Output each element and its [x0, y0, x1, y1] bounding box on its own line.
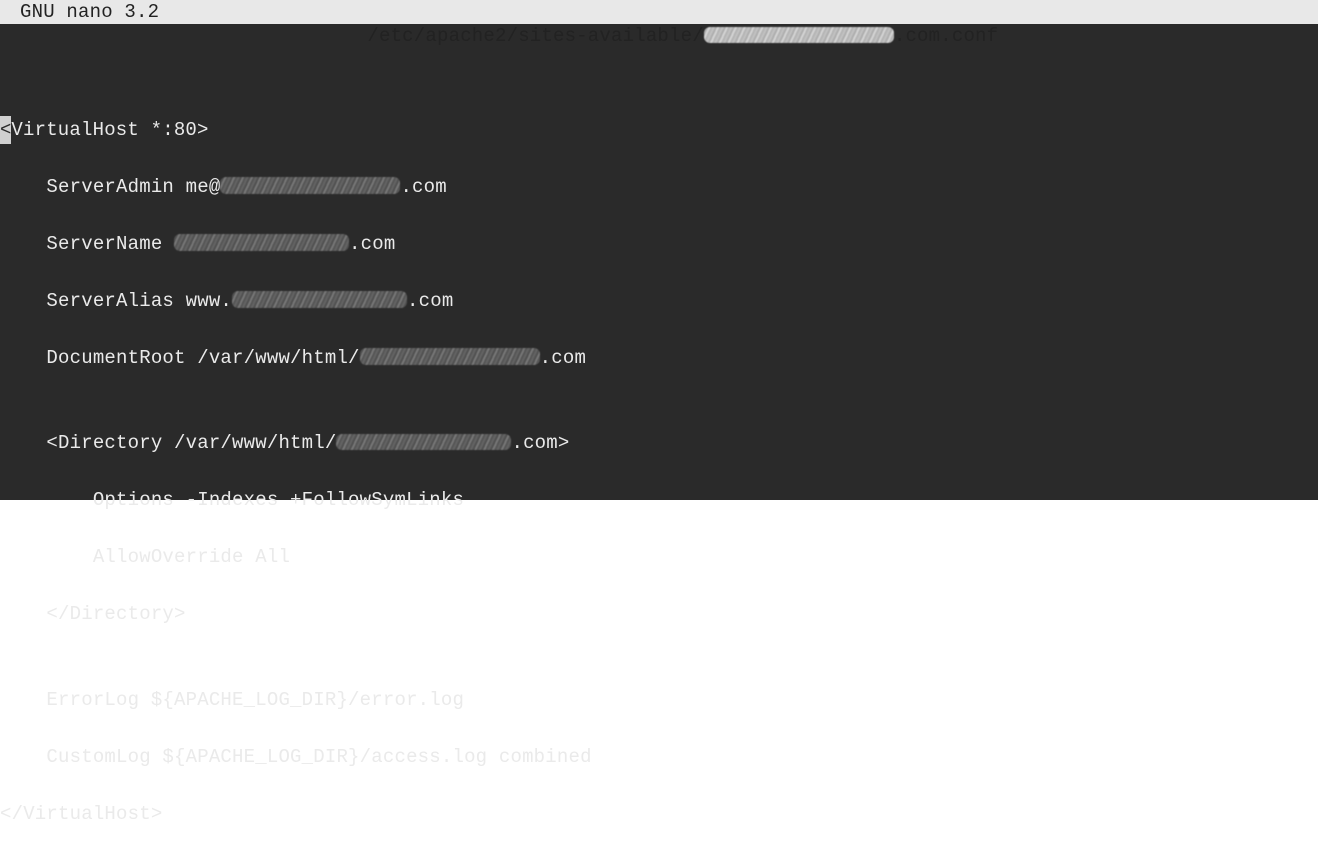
config-line: AllowOverride All	[0, 543, 1318, 572]
config-line: ServerAlias www..com	[0, 287, 1318, 316]
redacted-domain	[336, 434, 511, 450]
editor-area[interactable]: <VirtualHost *:80> ServerAdmin me@.com S…	[0, 24, 1318, 500]
config-line: </VirtualHost>	[0, 800, 1318, 829]
config-line: ServerName .com	[0, 230, 1318, 259]
config-line: CustomLog ${APACHE_LOG_DIR}/access.log c…	[0, 743, 1318, 772]
redacted-domain	[174, 234, 349, 250]
config-line: </Directory>	[0, 600, 1318, 629]
redacted-domain	[220, 177, 400, 193]
cursor: <	[0, 116, 11, 145]
config-line: <Directory /var/www/html/.com>	[0, 429, 1318, 458]
config-line: ErrorLog ${APACHE_LOG_DIR}/error.log	[0, 686, 1318, 715]
nano-titlebar: GNU nano 3.2 /etc/apache2/sites-availabl…	[0, 0, 1318, 24]
redacted-domain	[360, 348, 540, 364]
app-name: GNU nano 3.2	[8, 0, 159, 24]
file-path: /etc/apache2/sites-available/.com.conf	[159, 0, 1160, 24]
redacted-domain	[704, 27, 894, 43]
redacted-domain	[232, 291, 407, 307]
config-line: Options -Indexes +FollowSymLinks	[0, 486, 1318, 515]
config-line: DocumentRoot /var/www/html/.com	[0, 344, 1318, 373]
config-line: ServerAdmin me@.com	[0, 173, 1318, 202]
config-line: <VirtualHost *:80>	[0, 116, 1318, 145]
